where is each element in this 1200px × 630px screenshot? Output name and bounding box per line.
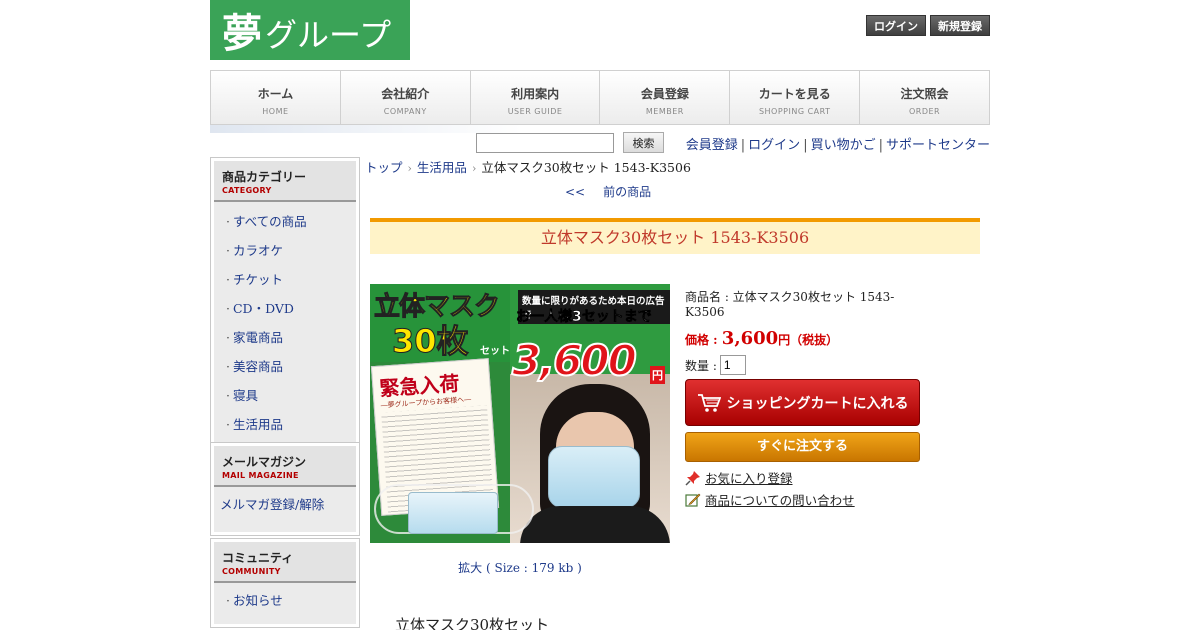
breadcrumb-current: 立体マスク30枚セット 1543-K3506 — [481, 160, 691, 175]
mail-magazine-link[interactable]: メルマガ登録/解除 — [214, 489, 356, 518]
mail-magazine-list: メルマガ登録/解除 — [214, 487, 356, 532]
buy-now-button[interactable]: すぐに注文する — [685, 432, 920, 462]
category-item-bedding[interactable]: · 寝具 — [214, 380, 356, 409]
product-image[interactable]: 立体マスク 30枚 セット 数量に限りがあるため本日の広告で お一人様3セットま… — [370, 284, 670, 543]
favorite-link[interactable]: お気に入り登録 — [705, 468, 793, 487]
community-subtitle: COMMUNITY — [222, 567, 281, 576]
nav-label: 注文照会 — [900, 87, 949, 101]
header-buttons: ログイン 新規登録 — [866, 15, 990, 36]
utility-links: 会員登録 | ログイン | 買い物かご | サポートセンター — [685, 138, 990, 153]
image-yen: 円 — [650, 366, 665, 384]
quantity-label: 数量 : — [685, 358, 717, 373]
nav-sublabel: HOME — [262, 107, 289, 116]
image-headline-2: 30枚 — [392, 322, 470, 361]
global-nav: ホーム HOME 会社紹介 COMPANY 利用案内 USER GUIDE 会員… — [210, 70, 990, 125]
nav-sublabel: MEMBER — [645, 107, 684, 116]
nav-label: カートを見る — [758, 87, 831, 101]
logo-main-text: 夢 — [222, 11, 263, 57]
login-button[interactable]: ログイン — [866, 15, 926, 36]
link-login[interactable]: ログイン — [748, 138, 800, 153]
inquiry-link[interactable]: 商品についての問い合わせ — [705, 490, 855, 509]
mail-magazine-title: メールマガジン — [222, 455, 307, 469]
cart-icon — [697, 393, 721, 412]
nav-label: ホーム — [257, 87, 294, 101]
favorite-row: お気に入り登録 — [685, 468, 925, 487]
search-bar: 検索 — [476, 132, 664, 153]
mail-magazine-box: メールマガジン MAIL MAGAZINE メルマガ登録/解除 — [210, 442, 360, 536]
breadcrumb-home[interactable]: トップ — [365, 160, 403, 175]
image-headline-3: セット — [480, 346, 510, 357]
mail-magazine-header: メールマガジン MAIL MAGAZINE — [214, 446, 356, 487]
price-value: 3,600 — [721, 328, 779, 349]
image-promo-main: お一人様3セットまで — [516, 309, 652, 326]
price-suffix: 円（税抜） — [778, 333, 839, 347]
category-item-ticket[interactable]: · チケット — [214, 264, 356, 293]
nav-label: 会社紹介 — [381, 87, 430, 101]
prev-product-link[interactable]: 前の商品 — [603, 185, 651, 199]
product-price: 価格 : 3,600円（税抜） — [685, 328, 925, 349]
nav-sublabel: ORDER — [908, 107, 941, 116]
product-info: 商品名 : 立体マスク30枚セット 1543-K3506 価格 : 3,600円… — [685, 288, 925, 509]
breadcrumb: トップ › 生活用品 › 立体マスク30枚セット 1543-K3506 — [365, 160, 691, 175]
community-header: コミュニティ COMMUNITY — [214, 542, 356, 583]
description-title: 立体マスク30枚セット — [395, 616, 550, 630]
inquiry-row: 商品についての問い合わせ — [685, 490, 925, 509]
nav-sublabel: COMPANY — [383, 107, 427, 116]
nav-item-home[interactable]: ホーム HOME — [211, 71, 341, 124]
category-item-beauty[interactable]: · 美容商品 — [214, 351, 356, 380]
add-to-cart-button[interactable]: ショッピングカートに入れる — [685, 379, 920, 426]
nav-sublabel: SHOPPING CART — [758, 107, 831, 116]
site-logo[interactable]: 夢 グループ — [210, 0, 410, 60]
community-list: · お知らせ — [214, 583, 356, 624]
nav-sublabel: USER GUIDE — [507, 107, 563, 116]
quantity-input[interactable] — [719, 355, 746, 375]
category-item-karaoke[interactable]: · カラオケ — [214, 235, 356, 264]
mask-product — [408, 492, 498, 534]
category-title: 商品カテゴリー — [222, 170, 307, 184]
nav-item-cart[interactable]: カートを見る SHOPPING CART — [730, 71, 861, 124]
category-item-cd-dvd[interactable]: · CD・DVD — [214, 293, 356, 322]
product-name: 商品名 : 立体マスク30枚セット 1543-K3506 — [685, 290, 895, 319]
product-pager: << 前の商品 — [565, 183, 669, 200]
link-support[interactable]: サポートセンター — [886, 138, 990, 153]
link-member-register[interactable]: 会員登録 — [686, 138, 738, 153]
link-cart[interactable]: 買い物かご — [811, 138, 876, 153]
edit-icon — [685, 493, 701, 507]
nav-item-order[interactable]: 注文照会 ORDER — [860, 71, 989, 124]
category-list: · すべての商品 · カラオケ · チケット · CD・DVD · 家電商品 · 美容商品 … — [214, 202, 356, 444]
community-box: コミュニティ COMMUNITY · お知らせ — [210, 538, 360, 628]
page: 夢 グループ ログイン 新規登録 ホーム HOME 会社紹介 COMPANY 利… — [210, 0, 990, 630]
add-to-cart-label: ショッピングカートに入れる — [726, 395, 909, 412]
pin-icon — [685, 470, 700, 486]
quantity-row: 数量 : — [685, 355, 925, 375]
nav-item-member[interactable]: 会員登録 MEMBER — [600, 71, 731, 124]
nav-label: 利用案内 — [511, 87, 560, 101]
price-label: 価格 : — [685, 333, 722, 347]
category-item-appliances[interactable]: · 家電商品 — [214, 322, 356, 351]
mail-magazine-subtitle: MAIL MAGAZINE — [222, 471, 299, 480]
image-price: 3,600 — [511, 335, 638, 386]
nav-item-user-guide[interactable]: 利用案内 USER GUIDE — [471, 71, 601, 124]
mask-illustration — [548, 446, 640, 508]
prev-arrows[interactable]: << — [565, 185, 585, 199]
category-subtitle: CATEGORY — [222, 186, 272, 195]
category-header: 商品カテゴリー CATEGORY — [214, 161, 356, 202]
nav-item-company[interactable]: 会社紹介 COMPANY — [341, 71, 471, 124]
register-button[interactable]: 新規登録 — [930, 15, 990, 36]
category-item-all[interactable]: · すべての商品 — [214, 206, 356, 235]
community-title: コミュニティ — [222, 551, 294, 565]
category-item-daily-goods[interactable]: · 生活用品 — [214, 409, 356, 438]
product-title: 立体マスク30枚セット 1543-K3506 — [370, 218, 980, 254]
search-input[interactable] — [476, 132, 614, 153]
category-box: 商品カテゴリー CATEGORY · すべての商品 · カラオケ · チケット · CD… — [210, 157, 360, 448]
search-button[interactable]: 検索 — [623, 132, 664, 153]
community-item-news[interactable]: · お知らせ — [214, 585, 356, 614]
logo-sub-text: グループ — [265, 16, 392, 54]
nav-label: 会員登録 — [640, 87, 689, 101]
zoom-link[interactable]: 拡大 ( Size : 179 kb ) — [370, 559, 670, 576]
breadcrumb-category[interactable]: 生活用品 — [417, 160, 467, 175]
